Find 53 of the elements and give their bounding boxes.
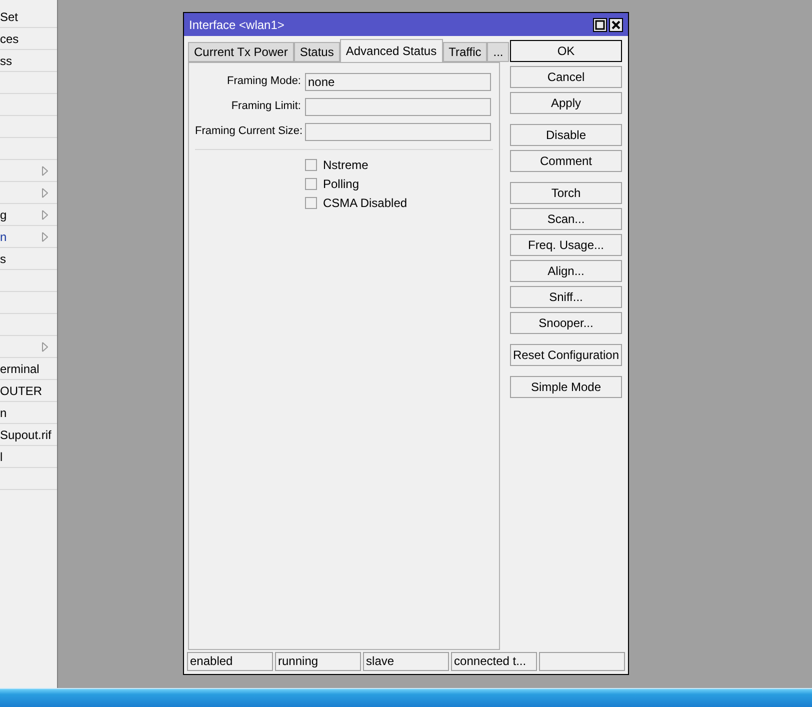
dialog-button[interactable]: Comment: [510, 150, 622, 172]
tab[interactable]: Traffic: [442, 42, 488, 62]
checkbox[interactable]: [305, 158, 317, 170]
dialog-button[interactable]: Sniff...: [510, 286, 622, 308]
checkbox-label: Polling: [323, 176, 360, 192]
submenu-arrow-icon: [42, 188, 48, 198]
sidebar-item[interactable]: OUTER: [0, 380, 57, 402]
sidebar-item[interactable]: ces: [0, 28, 57, 50]
dialog-button[interactable]: Apply: [510, 92, 622, 114]
tab[interactable]: Current Tx Power: [188, 42, 294, 62]
field-label: Framing Current Size:: [195, 124, 304, 140]
dialog-button[interactable]: Snooper...: [510, 312, 622, 334]
maximize-icon[interactable]: [593, 18, 607, 32]
checkbox-label: Nstreme: [323, 156, 368, 174]
tab[interactable]: Status: [294, 42, 340, 62]
input-field[interactable]: none: [305, 72, 491, 90]
submenu-arrow-icon: [42, 342, 48, 352]
status-cell: enabled: [187, 652, 274, 670]
close-icon[interactable]: [609, 18, 623, 32]
window-title: Interface <wlan1>: [189, 16, 284, 34]
status-cell: running: [275, 652, 362, 670]
checkbox-label: CSMA Disabled: [323, 194, 408, 212]
sidebar-item[interactable]: n: [0, 226, 57, 248]
input-field[interactable]: [305, 122, 491, 140]
dialog-button[interactable]: Torch: [510, 182, 622, 204]
field-label: Framing Limit:: [230, 99, 302, 114]
dialog-button[interactable]: OK: [510, 40, 622, 62]
submenu-arrow-icon: [42, 232, 48, 242]
sidebar-item[interactable]: s: [0, 248, 57, 270]
checkbox[interactable]: [305, 196, 317, 208]
submenu-arrow-icon: [42, 210, 48, 220]
dialog-button[interactable]: Scan...: [510, 208, 622, 230]
dialog-button[interactable]: Align...: [510, 260, 622, 282]
dialog-button[interactable]: Cancel: [510, 66, 622, 88]
tab[interactable]: ...: [487, 42, 510, 62]
sidebar-item[interactable]: Set: [0, 6, 57, 28]
tab[interactable]: Advanced Status: [340, 39, 443, 62]
sidebar-item[interactable]: n: [0, 402, 57, 424]
sidebar-item[interactable]: g: [0, 204, 57, 226]
sidebar-item[interactable]: l: [0, 446, 57, 468]
sidebar-item[interactable]: ss: [0, 50, 57, 72]
dialog-button[interactable]: Disable: [510, 124, 622, 146]
sidebar-item[interactable]: Supout.rif: [0, 424, 57, 446]
submenu-arrow-icon: [42, 166, 48, 176]
field-label: Framing Mode:: [226, 74, 302, 90]
dialog-button[interactable]: Simple Mode: [510, 376, 622, 398]
sidebar-item[interactable]: erminal: [0, 358, 57, 380]
checkbox[interactable]: [305, 178, 317, 190]
dialog-button[interactable]: Reset Configuration: [510, 344, 622, 366]
status-cell: slave: [363, 652, 450, 670]
input-field[interactable]: [305, 98, 491, 116]
dialog-button[interactable]: Freq. Usage...: [510, 234, 622, 256]
status-cell: connected t...: [451, 652, 538, 670]
